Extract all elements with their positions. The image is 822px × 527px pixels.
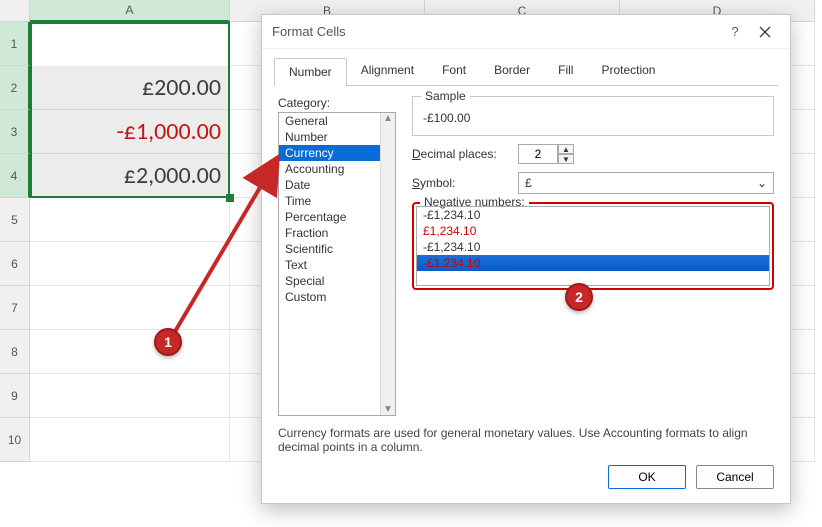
sample-label: Sample [421, 89, 470, 103]
symbol-value: £ [525, 176, 532, 190]
cell[interactable] [30, 198, 230, 242]
category-item[interactable]: Currency [279, 145, 395, 161]
scroll-up-icon: ▲ [383, 113, 393, 124]
dialog-title: Format Cells [272, 24, 720, 39]
row-header[interactable]: 3 [0, 110, 30, 154]
row-header[interactable]: 4 [0, 154, 30, 198]
tab-font[interactable]: Font [428, 57, 480, 85]
negative-option[interactable]: -£1,234.10 [417, 255, 769, 271]
row-header[interactable]: 1 [0, 22, 30, 66]
negative-numbers-listbox[interactable]: -£1,234.10£1,234.10-£1,234.10-£1,234.10 [416, 206, 770, 286]
row-header[interactable]: 10 [0, 418, 30, 462]
cell[interactable]: -£100.00 [30, 22, 230, 66]
row-header[interactable]: 6 [0, 242, 30, 286]
negative-option[interactable]: -£1,234.10 [417, 207, 769, 223]
close-icon [759, 26, 771, 38]
help-button[interactable]: ? [720, 19, 750, 45]
decimal-places-label: Decimal places: [412, 147, 512, 161]
category-description: Currency formats are used for general mo… [262, 416, 790, 454]
scroll-down-icon: ▼ [383, 404, 393, 415]
negative-option[interactable]: £1,234.10 [417, 223, 769, 239]
close-button[interactable] [750, 19, 780, 45]
sample-box: Sample -£100.00 [412, 96, 774, 136]
symbol-select[interactable]: £ ⌄ [518, 172, 774, 194]
row-header[interactable]: 5 [0, 198, 30, 242]
tab-number[interactable]: Number [274, 58, 347, 86]
cell[interactable]: £2,000.00 [30, 154, 230, 198]
ok-button[interactable]: OK [608, 465, 686, 489]
row-header[interactable]: 2 [0, 66, 30, 110]
cell[interactable] [30, 418, 230, 462]
format-cells-dialog: Format Cells ? NumberAlignmentFontBorder… [261, 14, 791, 504]
category-item[interactable]: General [279, 113, 395, 129]
cell[interactable]: -£1,000.00 [30, 110, 230, 154]
annotation-badge-2: 2 [565, 283, 593, 311]
category-item[interactable]: Time [279, 193, 395, 209]
category-item[interactable]: Fraction [279, 225, 395, 241]
decimal-places-spinner[interactable]: ▲ ▼ [518, 144, 574, 164]
column-header-a[interactable]: A [30, 0, 230, 22]
category-item[interactable]: Accounting [279, 161, 395, 177]
spin-down-icon[interactable]: ▼ [558, 154, 574, 164]
decimal-places-input[interactable] [518, 144, 558, 164]
category-item[interactable]: Custom [279, 289, 395, 305]
category-item[interactable]: Number [279, 129, 395, 145]
row-header[interactable]: 8 [0, 330, 30, 374]
cell[interactable] [30, 330, 230, 374]
cell[interactable] [30, 286, 230, 330]
tab-alignment[interactable]: Alignment [347, 57, 428, 85]
category-item[interactable]: Special [279, 273, 395, 289]
category-item[interactable]: Percentage [279, 209, 395, 225]
select-all-corner[interactable] [0, 0, 30, 22]
category-item[interactable]: Scientific [279, 241, 395, 257]
tab-border[interactable]: Border [480, 57, 544, 85]
annotation-badge-1: 1 [154, 328, 182, 356]
category-listbox[interactable]: GeneralNumberCurrencyAccountingDateTimeP… [278, 112, 396, 416]
dialog-titlebar: Format Cells ? [262, 15, 790, 49]
chevron-down-icon: ⌄ [757, 176, 767, 190]
category-item[interactable]: Text [279, 257, 395, 273]
cell[interactable] [30, 374, 230, 418]
sample-value: -£100.00 [423, 111, 470, 125]
tab-bar: NumberAlignmentFontBorderFillProtection [262, 49, 790, 85]
spin-up-icon[interactable]: ▲ [558, 144, 574, 154]
scrollbar[interactable]: ▲ ▼ [380, 113, 395, 415]
cell[interactable]: £200.00 [30, 66, 230, 110]
category-label: Category: [278, 96, 396, 110]
row-header[interactable]: 7 [0, 286, 30, 330]
category-item[interactable]: Date [279, 177, 395, 193]
tab-fill[interactable]: Fill [544, 57, 587, 85]
row-header[interactable]: 9 [0, 374, 30, 418]
symbol-label: Symbol: [412, 176, 512, 190]
cancel-button[interactable]: Cancel [696, 465, 774, 489]
cell[interactable] [30, 242, 230, 286]
negative-numbers-highlight: Negative numbers: -£1,234.10£1,234.10-£1… [412, 202, 774, 290]
tab-protection[interactable]: Protection [587, 57, 669, 85]
negative-option[interactable]: -£1,234.10 [417, 239, 769, 255]
